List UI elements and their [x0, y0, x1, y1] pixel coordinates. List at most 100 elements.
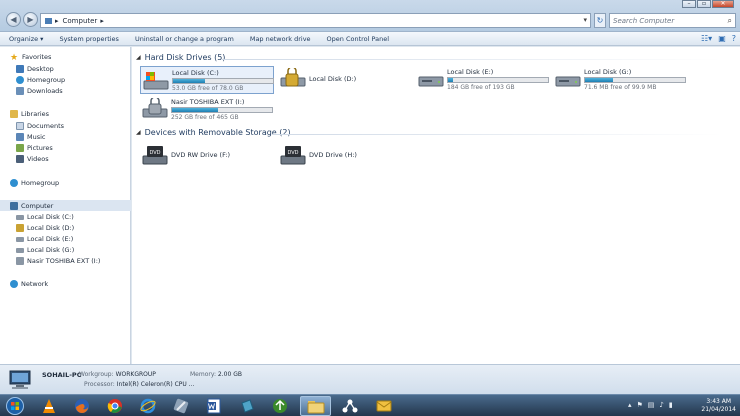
organize-menu[interactable]: Organize ▾: [9, 35, 43, 43]
taskbar-mail[interactable]: [368, 396, 399, 416]
system-properties-button[interactable]: System properties: [59, 35, 118, 43]
taskbar-chrome[interactable]: [99, 396, 130, 416]
clock-date: 21/04/2014: [701, 406, 736, 413]
nav-music-label: Music: [27, 133, 46, 141]
pictures-icon: [16, 144, 24, 152]
taskbar-explorer[interactable]: [300, 396, 331, 416]
nav-disk-e[interactable]: Local Disk (E:): [16, 235, 73, 243]
workgroup-value: WORKGROUP: [115, 371, 156, 378]
clock[interactable]: 3:43 AM 21/04/2014: [701, 398, 736, 414]
breadcrumb-arrow[interactable]: ▸: [100, 17, 104, 25]
memory-value: 2.00 GB: [217, 371, 242, 378]
taskbar-network-tool[interactable]: [334, 396, 365, 416]
tool-app-icon: [173, 398, 188, 414]
taskbar-vlc[interactable]: [33, 396, 64, 416]
tray-network-icon[interactable]: ▤: [648, 401, 655, 409]
taskbar-tool[interactable]: [165, 396, 196, 416]
maximize-button[interactable]: ▫: [697, 0, 711, 8]
back-button[interactable]: ◀: [6, 12, 21, 27]
nav-homegroup-fav[interactable]: Homegroup: [16, 76, 65, 84]
nav-music[interactable]: Music: [16, 133, 46, 141]
taskbar-ie[interactable]: [132, 396, 163, 416]
nav-documents[interactable]: Documents: [16, 122, 64, 130]
nav-desktop-label: Desktop: [27, 65, 54, 73]
details-pane: SOHAIL-PC Workgroup: WORKGROUP Memory: 2…: [0, 364, 740, 394]
drive-d[interactable]: Local Disk (D:): [278, 66, 412, 94]
refresh-button[interactable]: ↻: [594, 13, 606, 28]
tray-volume-icon[interactable]: ♪: [659, 401, 663, 409]
processor-key: Processor:: [84, 381, 115, 388]
search-input[interactable]: Search Computer ⌕: [609, 13, 736, 28]
tray-arrow-icon[interactable]: ▴: [628, 401, 632, 409]
group-hdd-label: Hard Disk Drives (5): [144, 53, 226, 62]
nav-network[interactable]: Network: [10, 280, 48, 288]
nav-videos[interactable]: Videos: [16, 155, 49, 163]
pc-name: SOHAIL-PC: [42, 371, 82, 379]
taskbar-firefox[interactable]: [66, 396, 97, 416]
minimize-button[interactable]: –: [682, 0, 696, 8]
forward-button[interactable]: ▶: [23, 12, 38, 27]
collapse-arrow-icon[interactable]: ◢: [136, 54, 141, 61]
title-bar: ◀ ▶ ▸ Computer ▸ ▾ ↻ Search Computer ⌕ –…: [0, 0, 740, 32]
window-controls: – ▫ ✕: [681, 0, 734, 8]
nav-pictures[interactable]: Pictures: [16, 144, 53, 152]
drive-e[interactable]: Local Disk (E:) 184 GB free of 193 GB: [416, 66, 550, 94]
taskbar-app-cube[interactable]: [231, 396, 262, 416]
windows-logo-icon: [6, 397, 24, 415]
group-hard-disk-drives[interactable]: ◢ Hard Disk Drives (5): [136, 53, 225, 62]
breadcrumb-computer[interactable]: Computer: [63, 17, 98, 25]
nav-disk-g[interactable]: Local Disk (G:): [16, 246, 74, 254]
preview-pane-icon[interactable]: ▣: [718, 34, 726, 43]
view-options-icon[interactable]: ☷▾: [701, 34, 712, 43]
nav-toshiba[interactable]: Nasir TOSHIBA EXT (I:): [16, 257, 100, 265]
help-icon[interactable]: ?: [732, 34, 736, 43]
drive-c-free: 53.0 GB free of 78.0 GB: [172, 85, 244, 92]
dvd-f-logo-text: DVD: [149, 150, 160, 156]
drive-icon: [16, 247, 24, 253]
locked-drive-icon: [280, 68, 306, 87]
command-bar: Organize ▾ System properties Uninstall o…: [0, 32, 740, 46]
drive-h[interactable]: DVD DVD Drive (H:): [278, 142, 412, 170]
computer-icon: [45, 17, 52, 24]
address-root-arrow[interactable]: ▸: [55, 17, 59, 25]
nav-videos-label: Videos: [27, 155, 49, 163]
nav-desktop[interactable]: Desktop: [16, 65, 54, 73]
close-button[interactable]: ✕: [712, 0, 734, 8]
open-control-panel-button[interactable]: Open Control Panel: [327, 35, 390, 43]
search-icon[interactable]: ⌕: [728, 16, 732, 26]
workgroup-key: Workgroup:: [79, 371, 114, 378]
uninstall-program-button[interactable]: Uninstall or change a program: [135, 35, 234, 43]
nav-homegroup[interactable]: Homegroup: [10, 179, 59, 187]
drive-c[interactable]: Local Disk (C:) 53.0 GB free of 78.0 GB: [140, 66, 274, 94]
nav-disk-c-label: Local Disk (C:): [27, 213, 74, 221]
tray-power-icon[interactable]: ▮: [669, 401, 673, 409]
taskbar-torrent[interactable]: [264, 396, 295, 416]
nav-downloads-label: Downloads: [27, 87, 63, 95]
start-button[interactable]: [2, 396, 28, 416]
external-drive-icon: [16, 257, 24, 265]
nav-computer[interactable]: Computer: [0, 200, 131, 211]
dvd-drive-icon: DVD: [280, 146, 306, 165]
nav-disk-d-label: Local Disk (D:): [27, 224, 75, 232]
map-network-drive-button[interactable]: Map network drive: [250, 35, 311, 43]
taskbar-word[interactable]: [198, 396, 229, 416]
drive-i[interactable]: Nasir TOSHIBA EXT (I:) 252 GB free of 46…: [140, 96, 274, 124]
chrome-icon: [107, 399, 122, 413]
processor-value: Intel(R) Celeron(R) CPU ...: [116, 381, 195, 388]
drive-i-usage-bar: [171, 107, 273, 113]
drive-f[interactable]: DVD DVD RW Drive (F:): [140, 142, 274, 170]
tray-flag-icon[interactable]: ⚑: [637, 401, 643, 409]
nav-disk-c[interactable]: Local Disk (C:): [16, 213, 74, 221]
taskbar: ▴ ⚑ ▤ ♪ ▮ 3:43 AM 21/04/2014: [0, 394, 740, 416]
collapse-arrow-icon[interactable]: ◢: [136, 129, 141, 136]
address-dropdown-icon[interactable]: ▾: [583, 16, 587, 24]
drive-g[interactable]: Local Disk (G:) 71.6 MB free of 99.9 MB: [553, 66, 687, 94]
nav-disk-d[interactable]: Local Disk (D:): [16, 224, 74, 232]
internet-explorer-icon: [139, 398, 156, 414]
nav-downloads[interactable]: Downloads: [16, 87, 63, 95]
drive-e-usage-bar: [447, 77, 549, 83]
group-removable-storage[interactable]: ◢ Devices with Removable Storage (2): [136, 128, 291, 137]
address-bar[interactable]: ▸ Computer ▸ ▾: [40, 13, 591, 28]
nav-libraries[interactable]: Libraries: [10, 110, 49, 118]
nav-favorites[interactable]: ★ Favorites: [10, 53, 51, 63]
